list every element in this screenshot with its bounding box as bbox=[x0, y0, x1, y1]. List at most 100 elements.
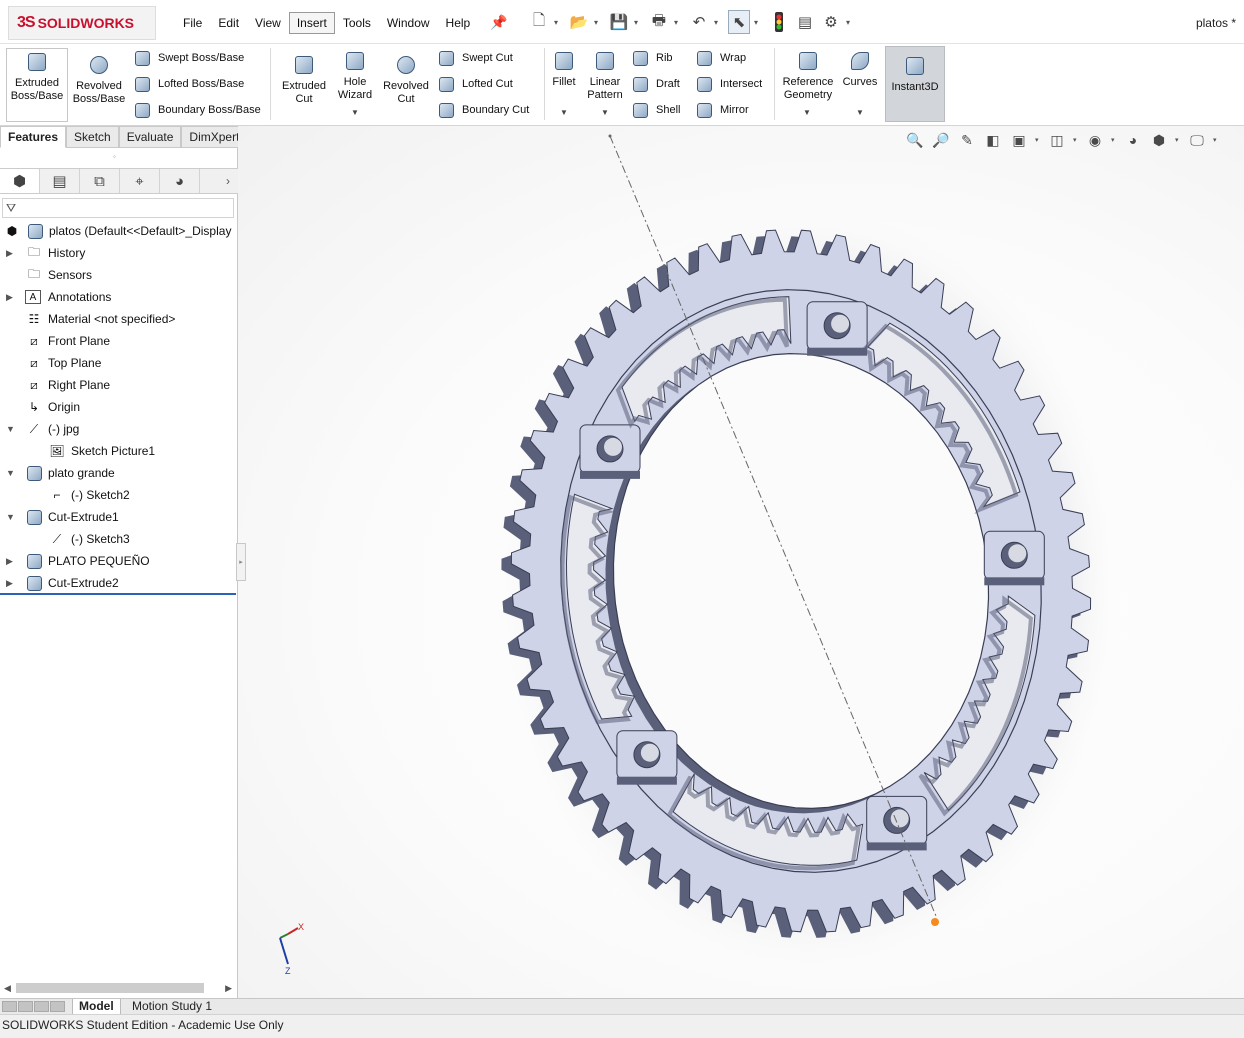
menu-window[interactable]: Window bbox=[379, 12, 438, 34]
undo-dropdown-icon[interactable]: ▾ bbox=[714, 18, 724, 27]
menu-tools[interactable]: Tools bbox=[335, 12, 379, 34]
zoom-to-fit-icon[interactable]: 🔍 bbox=[905, 130, 925, 150]
tree-node-history[interactable]: ▶ 🗀 History bbox=[0, 242, 238, 264]
select-dropdown-icon[interactable]: ▾ bbox=[754, 18, 764, 27]
origin-point-icon[interactable] bbox=[931, 918, 939, 926]
fillet-dropdown-icon[interactable]: ▼ bbox=[560, 108, 568, 117]
tree-node-jpg[interactable]: ▼ ⟋ (-) jpg bbox=[0, 418, 238, 440]
hide-show-dropdown-icon[interactable]: ▾ bbox=[1111, 136, 1117, 144]
hide-show-items-icon[interactable]: ◉ bbox=[1085, 130, 1105, 150]
previous-view-icon[interactable]: ✎ bbox=[957, 130, 977, 150]
horizontal-scrollbar[interactable]: ◀ ▶ bbox=[2, 981, 234, 995]
view-orientation-icon[interactable]: ▣ bbox=[1009, 130, 1029, 150]
file-properties-icon[interactable]: ▤ bbox=[794, 10, 816, 34]
extruded-boss-button[interactable]: Extruded Boss/Base bbox=[6, 48, 68, 122]
tab-sketch[interactable]: Sketch bbox=[66, 126, 119, 148]
rollback-bar[interactable] bbox=[0, 593, 236, 595]
tree-node-plato-pequeno[interactable]: ▶ PLATO PEQUEÑO bbox=[0, 550, 238, 572]
menu-help[interactable]: Help bbox=[438, 12, 479, 34]
collapse-arrow-icon[interactable]: ▼ bbox=[6, 424, 16, 434]
print-icon[interactable]: 🖶 bbox=[648, 10, 670, 34]
solidworks-logo[interactable]: 3S SOLIDWORKS bbox=[8, 6, 156, 40]
rib-button[interactable]: Rib bbox=[630, 47, 673, 69]
open-dropdown-icon[interactable]: ▾ bbox=[594, 18, 604, 27]
panel-grip-icon[interactable]: ◦ bbox=[113, 152, 116, 161]
intersect-button[interactable]: Intersect bbox=[694, 73, 762, 95]
tree-node-cut-extrude1[interactable]: ▼ Cut-Extrude1 bbox=[0, 506, 238, 528]
fillet-button[interactable]: Fillet bbox=[548, 48, 580, 89]
print-dropdown-icon[interactable]: ▾ bbox=[674, 18, 684, 27]
tab-evaluate[interactable]: Evaluate bbox=[118, 126, 182, 148]
tree-node-material[interactable]: ☷ Material <not specified> bbox=[0, 308, 238, 330]
display-style-icon[interactable]: ◫ bbox=[1047, 130, 1067, 150]
tree-node-sketch3[interactable]: ⟋ (-) Sketch3 bbox=[0, 528, 238, 550]
linear-pattern-dropdown-icon[interactable]: ▼ bbox=[601, 108, 609, 117]
new-document-icon[interactable]: 🗋 bbox=[528, 10, 550, 34]
revolved-cut-button[interactable]: Revolved Cut bbox=[380, 52, 432, 106]
wrap-button[interactable]: Wrap bbox=[694, 47, 746, 69]
expand-arrow-icon[interactable]: ▶ bbox=[6, 248, 16, 259]
tree-node-sketch-picture[interactable]: 🖼 Sketch Picture1 bbox=[0, 440, 238, 462]
tree-node-plato-grande[interactable]: ▼ plato grande bbox=[0, 462, 238, 484]
instant3d-button[interactable]: Instant3D bbox=[885, 46, 945, 122]
zoom-to-area-icon[interactable]: 🔎 bbox=[931, 130, 951, 150]
view-settings-dropdown-icon[interactable]: ▾ bbox=[1213, 136, 1219, 144]
menu-file[interactable]: File bbox=[175, 12, 210, 34]
prev-tab-icon[interactable] bbox=[18, 1001, 33, 1012]
linear-pattern-button[interactable]: Linear Pattern bbox=[584, 48, 626, 102]
configuration-manager-tab-icon[interactable]: ⧉ bbox=[80, 169, 120, 193]
hole-wizard-dropdown-icon[interactable]: ▼ bbox=[351, 108, 359, 117]
mirror-button[interactable]: Mirror bbox=[694, 99, 749, 121]
rebuild-traffic-light-icon[interactable] bbox=[768, 10, 790, 34]
options-gear-icon[interactable]: ⚙ bbox=[820, 10, 842, 34]
display-style-dropdown-icon[interactable]: ▾ bbox=[1073, 136, 1079, 144]
orientation-dropdown-icon[interactable]: ▾ bbox=[1035, 136, 1041, 144]
revolved-boss-button[interactable]: Revolved Boss/Base bbox=[70, 52, 128, 106]
select-cursor-icon[interactable]: ⬉ bbox=[728, 10, 750, 34]
undo-icon[interactable]: ↶ bbox=[688, 10, 710, 34]
expand-arrow-icon[interactable]: ▶ bbox=[6, 578, 16, 589]
tree-node-front-plane[interactable]: ⧄ Front Plane bbox=[0, 330, 238, 352]
save-icon[interactable]: 💾 bbox=[608, 10, 630, 34]
feature-manager-tab-icon[interactable]: ⬢ bbox=[0, 169, 40, 193]
expand-arrow-icon[interactable]: ▶ bbox=[6, 292, 16, 303]
tab-model[interactable]: Model bbox=[72, 999, 121, 1014]
chainring-model[interactable] bbox=[238, 126, 1244, 998]
lofted-cut-button[interactable]: Lofted Cut bbox=[436, 73, 513, 95]
boundary-boss-button[interactable]: Boundary Boss/Base bbox=[132, 99, 261, 121]
next-tab-icon[interactable] bbox=[34, 1001, 49, 1012]
reference-geometry-button[interactable]: Reference Geometry bbox=[778, 48, 838, 102]
swept-boss-button[interactable]: Swept Boss/Base bbox=[132, 47, 244, 69]
first-tab-icon[interactable] bbox=[2, 1001, 17, 1012]
lofted-boss-button[interactable]: Lofted Boss/Base bbox=[132, 73, 244, 95]
tree-node-top-plane[interactable]: ⧄ Top Plane bbox=[0, 352, 238, 374]
save-dropdown-icon[interactable]: ▾ bbox=[634, 18, 644, 27]
tree-node-annotations[interactable]: ▶ A Annotations bbox=[0, 286, 238, 308]
tab-navigation-arrows[interactable] bbox=[2, 1001, 65, 1012]
tree-node-origin[interactable]: ↳ Origin bbox=[0, 396, 238, 418]
scroll-left-icon[interactable]: ◀ bbox=[4, 983, 11, 994]
menu-edit[interactable]: Edit bbox=[210, 12, 247, 34]
shell-button[interactable]: Shell bbox=[630, 99, 680, 121]
display-manager-tab-icon[interactable]: ◕ bbox=[160, 169, 200, 193]
boundary-cut-button[interactable]: Boundary Cut bbox=[436, 99, 529, 121]
collapse-arrow-icon[interactable]: ▼ bbox=[6, 468, 16, 478]
extruded-cut-button[interactable]: Extruded Cut bbox=[278, 52, 330, 106]
tab-features[interactable]: Features bbox=[0, 126, 67, 148]
expand-arrow-icon[interactable]: ▶ bbox=[6, 556, 16, 567]
open-folder-icon[interactable]: 📂 bbox=[568, 10, 590, 34]
scene-dropdown-icon[interactable]: ▾ bbox=[1175, 136, 1181, 144]
tree-node-right-plane[interactable]: ⧄ Right Plane bbox=[0, 374, 238, 396]
view-settings-monitor-icon[interactable]: 🖵 bbox=[1187, 130, 1207, 150]
menu-insert[interactable]: Insert bbox=[288, 12, 335, 34]
edit-appearance-icon[interactable]: ◕ bbox=[1123, 130, 1143, 150]
curves-dropdown-icon[interactable]: ▼ bbox=[856, 108, 864, 117]
menu-view[interactable]: View bbox=[247, 12, 289, 34]
tab-motion-study[interactable]: Motion Study 1 bbox=[126, 999, 218, 1014]
apply-scene-icon[interactable]: ⬢ bbox=[1149, 130, 1169, 150]
reference-geometry-dropdown-icon[interactable]: ▼ bbox=[803, 108, 811, 117]
scroll-thumb[interactable] bbox=[16, 983, 204, 993]
scroll-right-icon[interactable]: ▶ bbox=[225, 983, 232, 994]
panel-collapse-handle[interactable]: ▸ bbox=[236, 543, 246, 581]
curves-button[interactable]: Curves bbox=[840, 48, 880, 89]
